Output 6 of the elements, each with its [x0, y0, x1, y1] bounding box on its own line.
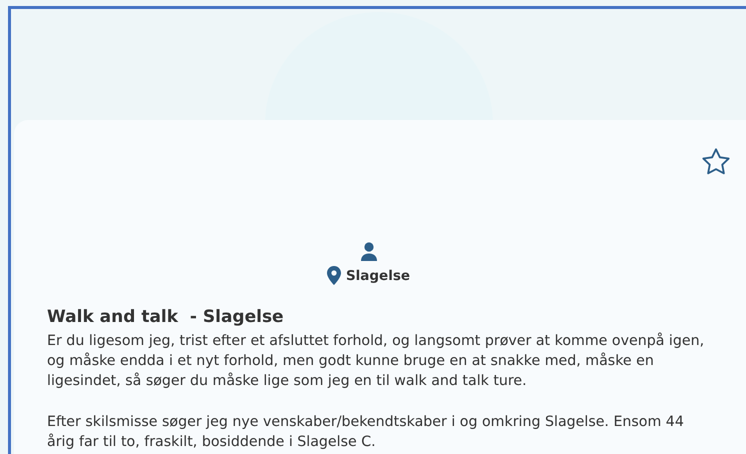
description-paragraph: Efter skilsmisse søger jeg nye venskaber/bekendtskaber i og omkring Slagelse. Ensom 44 årig far til to, fraskilt, bosiddende i Slagelse C. — [47, 413, 685, 452]
location-pin-icon — [326, 266, 341, 285]
description-paragraph: Er du ligesom jeg, trist efter et afsluttet forhold, og langsomt prøver at komme ovenpå igen, og måske endda i et nyt forhold, men godt kunne bruge en at snakke med, måske en ligesindet, så søger du måske lige som jeg en til walk and talk ture. — [47, 332, 706, 391]
person-icon — [360, 242, 378, 262]
post-title: Walk and talk - Slagelse — [47, 307, 285, 327]
location-text: Slagelse — [346, 268, 410, 284]
